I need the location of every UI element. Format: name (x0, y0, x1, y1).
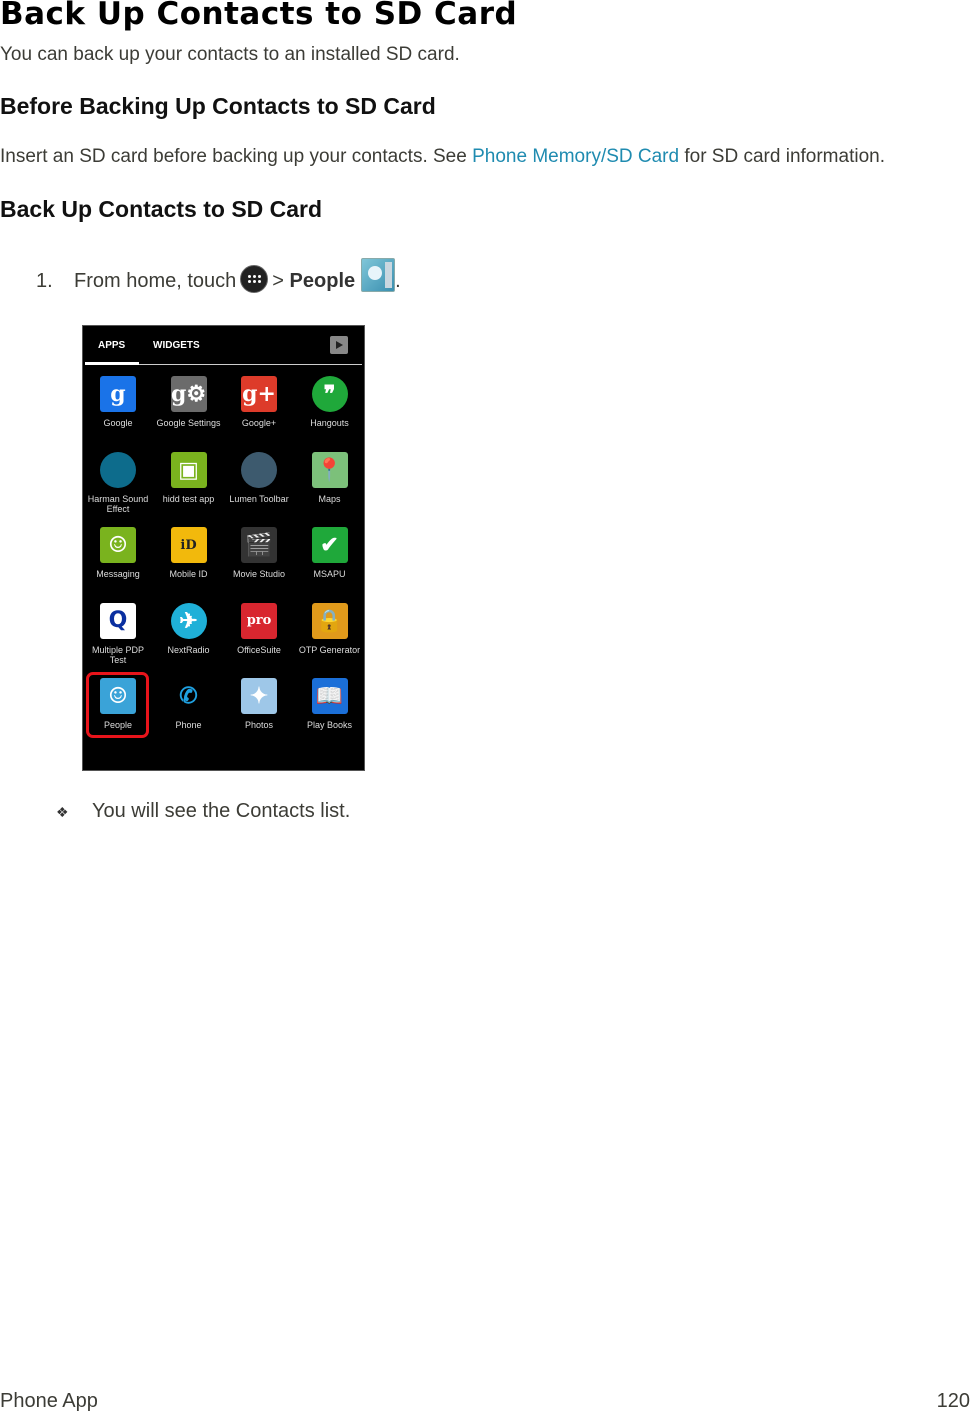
app-item[interactable]: g Google (83, 376, 153, 428)
app-item[interactable]: g⚙ Google Settings (154, 376, 224, 428)
apps-launcher-icon (240, 265, 269, 293)
tab-apps[interactable]: APPS (98, 340, 125, 351)
tab-widgets[interactable]: WIDGETS (153, 340, 200, 351)
google-icon: g (100, 376, 136, 412)
app-item[interactable]: 🔒 OTP Generator (295, 602, 365, 655)
step-people-label: People (289, 269, 356, 292)
google-settings-icon: g⚙ (170, 376, 207, 412)
people-highlight-box (86, 672, 149, 738)
nextradio-icon: ✈ (170, 602, 207, 639)
app-label: hidd test app (162, 493, 215, 504)
lumen-toolbar-icon (241, 451, 277, 488)
app-label: Movie Studio (232, 569, 286, 579)
movie-studio-icon: 🎬 (241, 527, 277, 563)
app-item[interactable]: ✆ Phone (154, 678, 224, 730)
app-item[interactable]: 📍 Maps (295, 451, 365, 504)
app-item[interactable]: 📖 Play Books (295, 678, 365, 730)
maps-icon: 📍 (311, 451, 348, 488)
hidd-test-icon: ▣ (170, 451, 207, 488)
page-title: Back Up Contacts to SD Card (0, 0, 518, 32)
app-item[interactable]: ☺ Messaging (83, 527, 153, 579)
app-label: Google+ (241, 418, 277, 428)
app-item[interactable]: pro OfficeSuite (224, 602, 294, 655)
app-label: Harman Sound Effect (87, 493, 149, 514)
messaging-icon: ☺ (100, 527, 136, 563)
paragraph-text-before: Insert an SD card before backing up your… (0, 146, 473, 167)
intro-text: You can back up your contacts to an inst… (0, 44, 460, 65)
app-label: Messaging (96, 569, 140, 579)
msapu-icon: ✔ (311, 527, 348, 563)
app-label: Google (103, 418, 133, 428)
app-label: Maps (318, 493, 341, 504)
phone-icon: ✆ (170, 678, 207, 714)
app-label: OTP Generator (298, 644, 361, 655)
app-item[interactable]: ✔ MSAPU (295, 527, 365, 579)
photos-icon: ✦ (241, 678, 277, 714)
app-item[interactable]: g+ Google+ (224, 376, 294, 428)
insert-sd-paragraph: Insert an SD card before backing up your… (0, 146, 885, 168)
step-text: From home, touch (74, 269, 237, 292)
phone-memory-link[interactable]: Phone Memory/SD Card (472, 146, 679, 167)
footer-page-number: 120 (936, 1390, 970, 1412)
app-drawer-screenshot: APPS WIDGETS g Google g⚙ Google Settings g+ G… (82, 325, 365, 771)
play-store-icon[interactable] (330, 336, 348, 354)
section-heading-backup: Back Up Contacts to SD Card (0, 196, 323, 222)
diamond-bullet-icon: ❖ (56, 804, 69, 820)
step-number: 1. (36, 269, 53, 292)
app-item[interactable]: Q Multiple PDP Test (83, 602, 153, 665)
result-bullet: ❖ You will see the Contacts list. (56, 800, 350, 823)
app-drawer-tabs: APPS WIDGETS (83, 326, 364, 366)
app-label: Phone (175, 720, 202, 730)
app-label: Google Settings (156, 418, 221, 428)
app-item[interactable]: ✈ NextRadio (154, 602, 224, 655)
app-item[interactable]: ▣ hidd test app (154, 451, 224, 504)
app-label: Multiple PDP Test (91, 644, 145, 665)
paragraph-text-after: for SD card information. (679, 146, 885, 167)
app-item[interactable]: Harman Sound Effect (83, 451, 153, 514)
step-end: . (395, 269, 401, 292)
app-label: MSAPU (313, 569, 346, 579)
otp-generator-icon: 🔒 (311, 602, 348, 639)
google-plus-icon: g+ (241, 376, 277, 412)
step-separator: > (272, 269, 284, 292)
app-item[interactable]: ❞ Hangouts (295, 376, 365, 428)
app-label: OfficeSuite (237, 644, 281, 655)
officesuite-icon: pro (241, 602, 277, 639)
harman-icon (100, 451, 136, 488)
app-item[interactable]: iD Mobile ID (154, 527, 224, 579)
app-label: Photos (244, 720, 274, 730)
app-label: Hangouts (310, 418, 349, 428)
app-item[interactable]: ✦ Photos (224, 678, 294, 730)
app-label: Lumen Toolbar (229, 493, 289, 504)
app-item[interactable]: Lumen Toolbar (224, 451, 294, 504)
mobile-id-icon: iD (170, 527, 207, 563)
hangouts-icon: ❞ (311, 376, 348, 412)
multiple-pdp-icon: Q (100, 602, 136, 639)
app-item[interactable]: 🎬 Movie Studio (224, 527, 294, 579)
section-heading-before: Before Backing Up Contacts to SD Card (0, 93, 436, 119)
result-text: You will see the Contacts list. (92, 800, 351, 822)
app-label: NextRadio (167, 644, 210, 655)
play-books-icon: 📖 (311, 678, 348, 714)
app-label: Mobile ID (169, 569, 208, 579)
app-label: Play Books (306, 720, 353, 730)
footer-section: Phone App (0, 1390, 98, 1412)
active-tab-indicator (85, 362, 139, 365)
step-1: 1. From home, touch > People . (36, 258, 401, 298)
people-app-icon (361, 258, 396, 292)
